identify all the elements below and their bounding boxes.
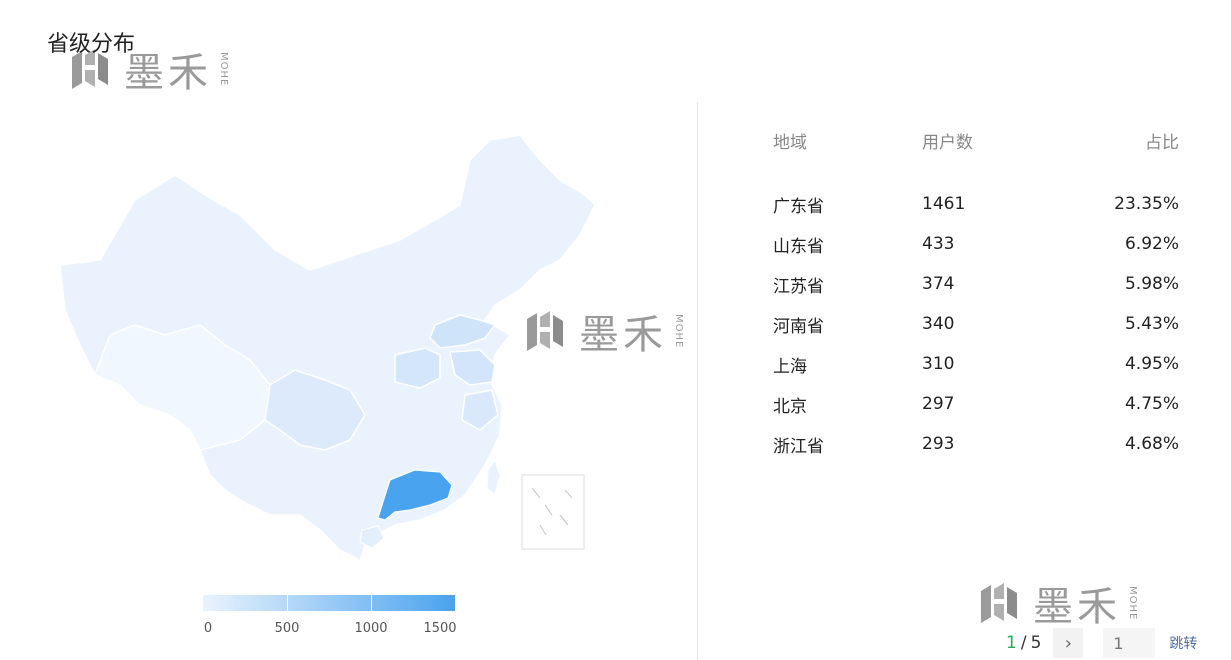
watermark-small: MOHE (1127, 585, 1138, 621)
watermark-word: 墨禾 (1033, 584, 1121, 630)
province-table: 地域 用户数 占比 广东省 1461 23.35% 山东省 433 6.92% … (773, 128, 1179, 464)
header-ratio: 占比 (1145, 132, 1179, 153)
cell-ratio: 4.68% (1124, 434, 1179, 454)
watermark-word: 墨禾 (124, 50, 212, 96)
table-row: 浙江省 293 4.68% (773, 424, 1179, 464)
south-china-sea-inset (521, 474, 585, 550)
legend-tick (371, 595, 372, 611)
cell-users: 297 (922, 394, 955, 414)
table-row: 山东省 433 6.92% (773, 224, 1179, 264)
watermark-small: MOHE (673, 313, 684, 349)
cell-users: 374 (922, 274, 955, 294)
jump-page-input[interactable] (1103, 628, 1156, 658)
cell-users: 340 (922, 314, 955, 334)
legend-label: 500 (274, 621, 300, 636)
cell-ratio: 4.75% (1124, 394, 1179, 414)
cell-ratio: 23.35% (1114, 194, 1179, 214)
header-region: 地域 (773, 132, 807, 153)
cell-ratio: 6.92% (1124, 234, 1179, 254)
divider (697, 102, 698, 660)
cell-users: 1461 (922, 194, 966, 214)
table-row: 北京 297 4.75% (773, 384, 1179, 424)
cell-users: 433 (922, 234, 955, 254)
table-row: 江苏省 374 5.98% (773, 264, 1179, 304)
cell-region: 上海 (773, 356, 807, 377)
cell-region: 山东省 (773, 236, 824, 257)
table-row: 河南省 340 5.43% (773, 304, 1179, 344)
china-province-map[interactable] (40, 120, 660, 570)
next-page-button[interactable]: › (1053, 628, 1084, 658)
chevron-right-icon: › (1064, 632, 1072, 654)
cell-region: 广东省 (773, 196, 824, 217)
cell-region: 北京 (773, 396, 807, 417)
legend-label: 1000 (354, 621, 388, 636)
table-row: 上海 310 4.95% (773, 344, 1179, 384)
legend-label: 1500 (423, 621, 457, 636)
cell-ratio: 5.43% (1124, 314, 1179, 334)
cell-ratio: 5.98% (1124, 274, 1179, 294)
pagination-current: 1 (1006, 633, 1017, 653)
table-row: 广东省 1461 23.35% (773, 184, 1179, 224)
cell-ratio: 4.95% (1124, 354, 1179, 374)
legend-tick (287, 595, 288, 611)
cell-region: 浙江省 (773, 436, 824, 457)
cell-region: 河南省 (773, 316, 824, 337)
legend-gradient-bar[interactable] (203, 595, 455, 611)
jump-button[interactable]: 跳转 (1169, 633, 1197, 653)
map-region-henan[interactable] (394, 347, 441, 389)
watermark-small: MOHE (218, 51, 229, 87)
cell-users: 310 (922, 354, 955, 374)
pagination-separator: / (1020, 633, 1027, 653)
legend-label: 0 (203, 621, 213, 636)
table-header: 地域 用户数 占比 (773, 128, 1179, 153)
page-title: 省级分布 (47, 32, 136, 57)
watermark-logo: 墨禾 MOHE (977, 574, 1138, 632)
mohe-logo-icon (981, 583, 1017, 623)
map-region-taiwan[interactable] (486, 458, 501, 496)
header-users: 用户数 (922, 132, 973, 153)
pagination-total: 5 (1030, 633, 1042, 653)
map-legend: 0 500 1000 1500 (203, 595, 457, 641)
cell-users: 293 (922, 434, 955, 454)
pagination: 1 / 5 › 跳转 (1006, 628, 1197, 658)
cell-region: 江苏省 (773, 276, 824, 297)
